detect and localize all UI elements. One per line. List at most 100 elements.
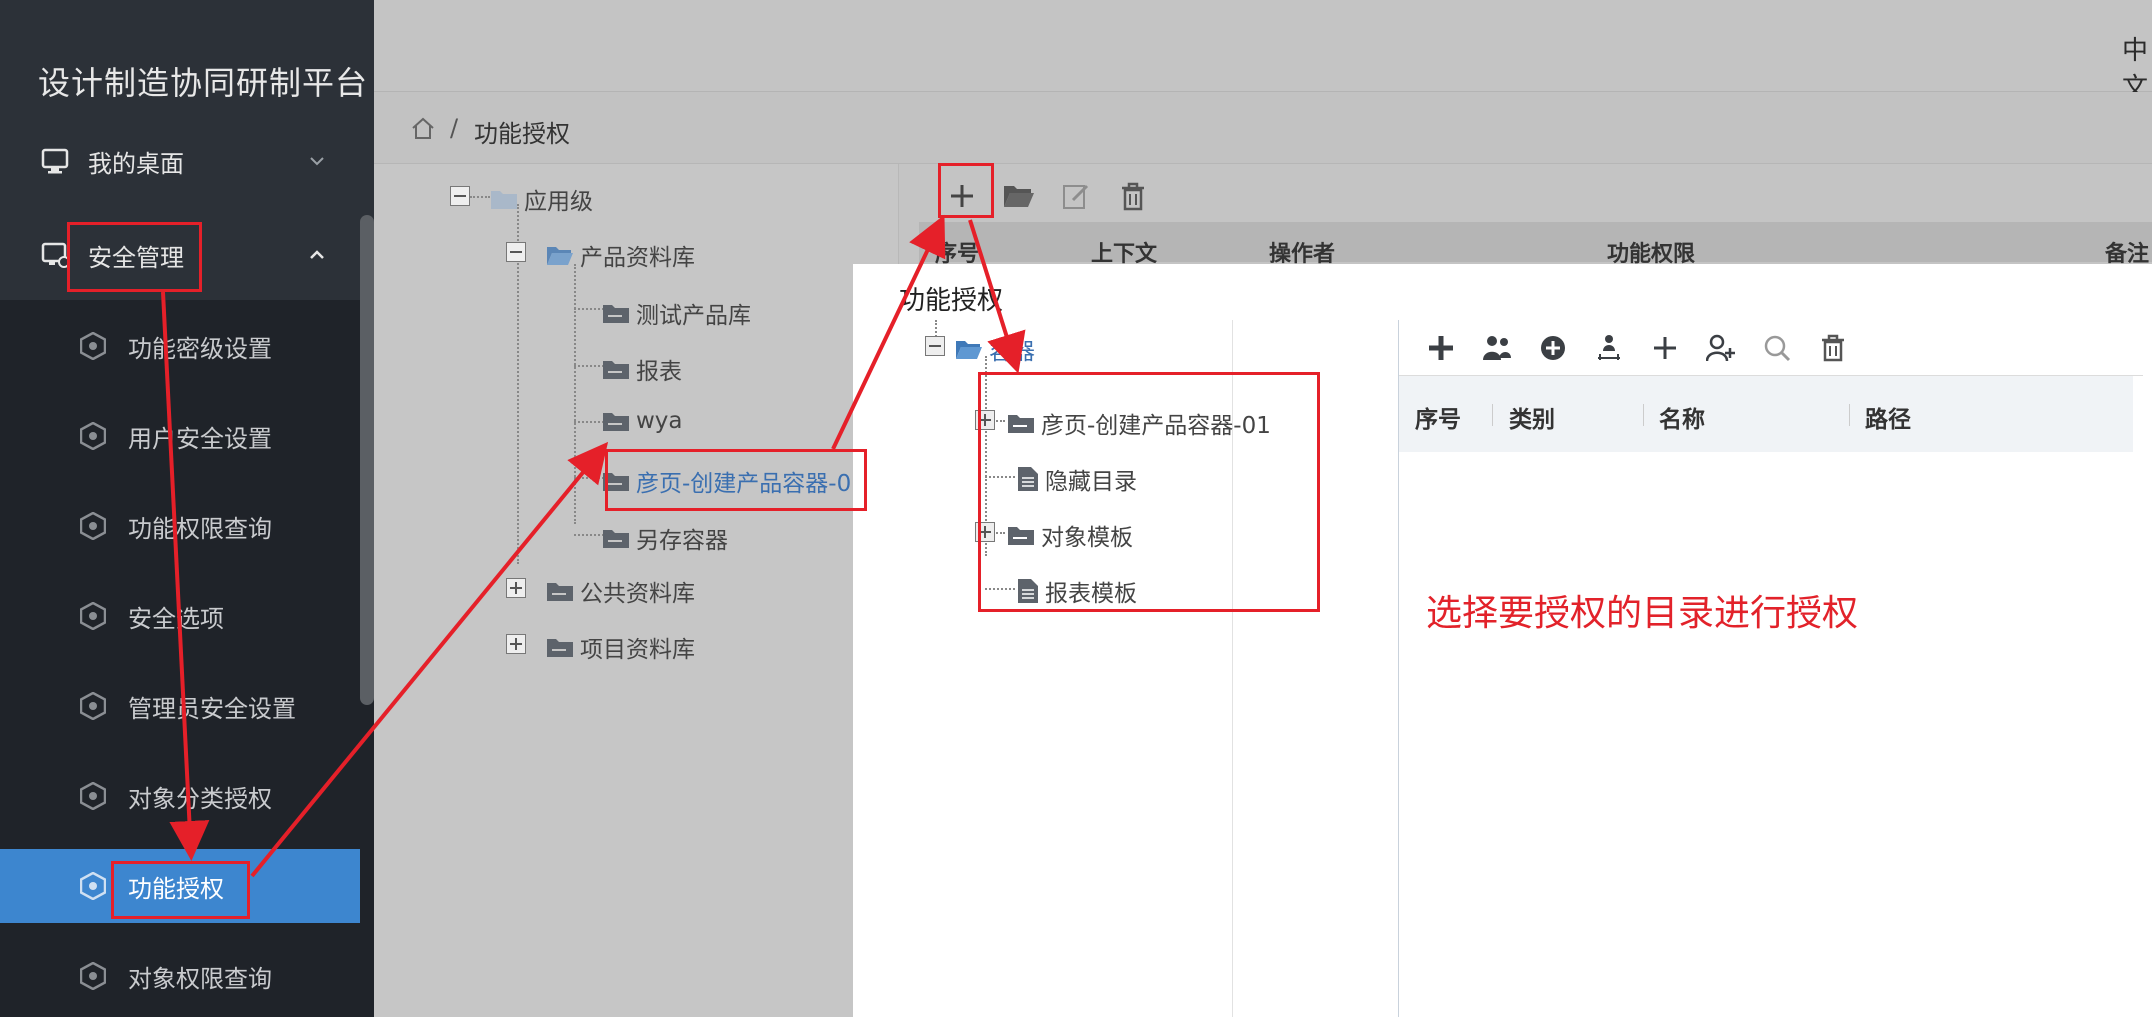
tree-node-public-lib[interactable]: 公共资料库: [546, 574, 695, 608]
sidebar-item-label: 对象权限查询: [128, 964, 272, 993]
tree-node-label: 报表: [636, 359, 682, 385]
folder-icon: [547, 583, 573, 601]
folder-icon: [603, 530, 629, 548]
tree-node-wya[interactable]: wya: [602, 408, 683, 434]
trash-icon: [1122, 182, 1144, 211]
add-circle-button[interactable]: [1533, 330, 1573, 366]
plus-bold-icon: [1429, 336, 1453, 360]
column-header: 名称: [1659, 407, 1705, 433]
monitor-icon: [41, 148, 69, 174]
chevron-down-icon: [310, 157, 324, 166]
sidebar-item-label: 用户安全设置: [128, 424, 272, 453]
tree-node-label: 另存容器: [636, 528, 728, 554]
edit-button[interactable]: [1054, 174, 1098, 218]
chevron-up-icon: [310, 250, 324, 259]
hexagon-icon: [80, 872, 106, 900]
app-title: 设计制造协同研制平台: [38, 64, 369, 102]
add-button[interactable]: [1421, 330, 1461, 366]
tree-collapse-toggle[interactable]: [450, 186, 470, 206]
dialog-title: 功能授权: [899, 286, 1004, 316]
hexagon-icon: [80, 602, 106, 630]
tree-collapse-toggle[interactable]: [925, 336, 945, 356]
users-icon: [1483, 336, 1511, 360]
hexagon-icon: [80, 782, 106, 810]
hexagon-icon: [80, 692, 106, 720]
breadcrumb: / 功能授权: [374, 92, 2152, 164]
home-icon[interactable]: [410, 116, 436, 142]
tree-node-project-lib[interactable]: 项目资料库: [546, 630, 695, 664]
sidebar-item-label: 功能权限查询: [128, 514, 272, 543]
org-button[interactable]: [1589, 330, 1629, 366]
sidebar-item-user-security[interactable]: 用户安全设置: [0, 399, 360, 473]
sidebar-item-label: 安全选项: [128, 604, 224, 633]
tree-node-product-lib[interactable]: 产品资料库: [546, 238, 695, 272]
delete-button[interactable]: [1111, 174, 1155, 218]
tree-node-save-as-container[interactable]: 另存容器: [602, 521, 728, 555]
dialog-toolbar: [1399, 320, 2143, 376]
sidebar-item-object-permission-query[interactable]: 对象权限查询: [0, 939, 360, 1013]
column-header: 序号: [1415, 407, 1461, 433]
breadcrumb-separator: /: [450, 114, 459, 142]
menu-label: 我的桌面: [88, 149, 184, 178]
annotation-box-container-node: [605, 449, 867, 511]
annotation-hint: 选择要授权的目录进行授权: [1426, 593, 1859, 634]
folder-open-icon: [547, 247, 573, 265]
folder-open-icon: [1004, 186, 1034, 207]
tree-node-label: 测试产品库: [636, 303, 751, 329]
org-chart-icon: [1598, 335, 1620, 360]
column-header: 类别: [1509, 407, 1555, 433]
add-item-button[interactable]: [1645, 330, 1685, 366]
annotation-box-feature-auth: [111, 861, 250, 919]
sidebar-scrollbar[interactable]: [360, 215, 374, 705]
tree-expand-toggle[interactable]: [506, 578, 526, 598]
add-user-button[interactable]: [1701, 330, 1741, 366]
container-tree-panel: 应用级 产品资料库 测试产品库 报表 wya 彦页-创建产品容器-01 另存容器…: [374, 164, 898, 1017]
delete-button[interactable]: [1813, 330, 1853, 366]
plus-icon: [1654, 337, 1676, 359]
plus-circle-icon: [1541, 336, 1565, 360]
tree-node-label: 项目资料库: [580, 637, 695, 663]
folder-icon: [491, 191, 517, 209]
settings-monitor-icon: [41, 242, 70, 268]
tree-collapse-toggle[interactable]: [506, 242, 526, 262]
folder-icon: [603, 413, 629, 431]
annotation-box-add-button: [938, 163, 994, 218]
folder-icon: [603, 361, 629, 379]
tree-node-test-lib[interactable]: 测试产品库: [602, 296, 751, 330]
sidebar-item-label: 对象分类授权: [128, 784, 272, 813]
hexagon-icon: [80, 962, 106, 990]
sidebar-item-label: 管理员安全设置: [128, 694, 296, 723]
open-folder-button[interactable]: [997, 174, 1041, 218]
tree-node-container-root[interactable]: 容器: [955, 332, 1035, 366]
edit-icon: [1063, 184, 1089, 209]
tree-node-app-level[interactable]: 应用级: [490, 182, 593, 216]
tree-node-label: 容器: [989, 339, 1035, 365]
user-add-icon: [1706, 334, 1735, 362]
tree-node-report[interactable]: 报表: [602, 352, 682, 386]
add-group-button[interactable]: [1477, 330, 1517, 366]
menu-my-desktop[interactable]: 我的桌面: [0, 116, 374, 206]
trash-icon: [1822, 334, 1844, 362]
sidebar-item-label: 功能密级设置: [128, 334, 272, 363]
column-header: 路径: [1865, 407, 1911, 433]
sidebar-item-security-options[interactable]: 安全选项: [0, 579, 360, 653]
annotation-box-directory-tree: [978, 372, 1320, 612]
folder-open-icon: [956, 341, 982, 359]
top-bar: 中文: [374, 0, 2152, 103]
hexagon-icon: [80, 512, 106, 540]
sidebar-item-feature-classification[interactable]: 功能密级设置: [0, 309, 360, 383]
tree-expand-toggle[interactable]: [506, 634, 526, 654]
tree-node-label: 公共资料库: [580, 581, 695, 607]
dialog-assignment-panel: 序号 类别 名称 路径: [1398, 320, 2143, 1017]
sidebar-item-admin-security[interactable]: 管理员安全设置: [0, 669, 360, 743]
hexagon-icon: [80, 332, 106, 360]
search-icon: [1764, 335, 1791, 362]
tree-node-label: wya: [636, 408, 683, 434]
sidebar-item-permission-query[interactable]: 功能权限查询: [0, 489, 360, 563]
folder-icon: [547, 639, 573, 657]
grid-header: 序号 上下文 操作者 功能权限 备注: [919, 222, 2152, 267]
search-button[interactable]: [1757, 330, 1797, 366]
sidebar-item-object-class-auth[interactable]: 对象分类授权: [0, 759, 360, 833]
annotation-box-security-menu: [67, 222, 202, 292]
tree-node-label: 应用级: [524, 189, 593, 215]
